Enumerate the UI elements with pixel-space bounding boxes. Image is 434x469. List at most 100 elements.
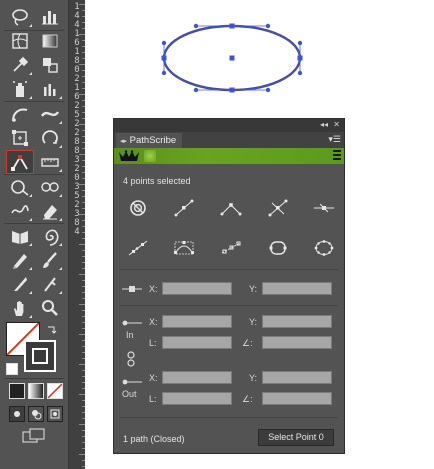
- convert-point-button[interactable]: [264, 197, 292, 219]
- ruler-tick: [79, 454, 85, 455]
- corner-point-icon: [220, 203, 242, 216]
- puppet-warp-tool[interactable]: [7, 225, 33, 247]
- scissors-tool[interactable]: [7, 273, 33, 295]
- free-transform-tool[interactable]: [7, 127, 33, 149]
- out-angle-field[interactable]: [262, 392, 332, 405]
- link-handles-icon[interactable]: [126, 351, 136, 367]
- brand-menu-icon[interactable]: [333, 150, 341, 161]
- corner-point-button[interactable]: [217, 197, 245, 219]
- smooth-point-button[interactable]: [170, 197, 198, 219]
- gradient-icon: [42, 34, 58, 48]
- ruler-tick: [79, 364, 85, 365]
- ruler-tick: [82, 442, 85, 443]
- brand-bar: [114, 148, 344, 164]
- blend-icon: [43, 58, 58, 73]
- ruler-tick: [82, 448, 85, 449]
- selection-status: 4 points selected: [123, 176, 191, 186]
- ruler-tick: [82, 142, 85, 143]
- point-y-label: Y:: [249, 284, 258, 294]
- blend-tool[interactable]: [37, 54, 63, 76]
- eraser-tool[interactable]: [37, 200, 63, 222]
- pen-icon: [44, 277, 56, 292]
- graph-tool[interactable]: [37, 6, 63, 28]
- tab-pathscribe[interactable]: ◂▸ PathScribe: [116, 133, 182, 148]
- ruler-tick: [82, 298, 85, 299]
- pen-tool[interactable]: [37, 273, 63, 295]
- panel-titlebar[interactable]: ◂◂ ✕: [114, 119, 344, 132]
- in-handle-icon: [122, 320, 142, 326]
- cusp-point-button[interactable]: [310, 197, 338, 219]
- eyedropper-tool[interactable]: [7, 54, 33, 76]
- collapse-panel-button[interactable]: ◂◂: [320, 120, 328, 130]
- hand-tool[interactable]: [7, 297, 33, 319]
- anchor-points: [161, 23, 303, 93]
- panel-menu-icon[interactable]: ▾☰: [328, 135, 341, 144]
- panel-tab-row: ◂▸ PathScribe ▾☰: [114, 132, 344, 148]
- color-mode-button[interactable]: [9, 383, 25, 399]
- ruler-tick: [82, 130, 85, 131]
- lasso-tool[interactable]: [7, 6, 33, 28]
- ruler-tick: [82, 112, 85, 113]
- stroke-swatch[interactable]: [24, 340, 56, 372]
- line-segment-button[interactable]: [124, 237, 152, 259]
- swap-colors-icon[interactable]: [46, 322, 58, 334]
- ellipse-shape-button[interactable]: [264, 237, 292, 259]
- ruler-tick: [79, 334, 85, 335]
- ruler-tick: [82, 370, 85, 371]
- ruler-tick: [82, 352, 85, 353]
- gradient-tool[interactable]: [37, 30, 63, 52]
- out-x-label: X:: [149, 373, 158, 383]
- close-panel-button[interactable]: ✕: [333, 120, 340, 130]
- column-graph-tool[interactable]: [37, 78, 63, 100]
- twirl-tool[interactable]: [37, 225, 63, 247]
- ruler-tick: [82, 382, 85, 383]
- in-section-label: In: [126, 330, 134, 340]
- in-y-field[interactable]: [262, 315, 332, 328]
- pathscribe-tool[interactable]: [6, 150, 34, 174]
- ruler-tick: [82, 310, 85, 311]
- brush-tool[interactable]: [37, 249, 63, 271]
- mesh-tool[interactable]: [7, 30, 33, 52]
- ruler-tick: [82, 148, 85, 149]
- gear-ring-button[interactable]: [310, 237, 338, 259]
- eyedropper-icon: [13, 56, 29, 72]
- out-y-field[interactable]: [262, 371, 332, 384]
- ruler-tick: [79, 424, 85, 425]
- ruler-tick: [82, 262, 85, 263]
- screen-mode-icon[interactable]: [22, 428, 46, 444]
- symbol-sprayer-tool[interactable]: [7, 78, 33, 100]
- width-tool[interactable]: [37, 103, 63, 125]
- point-x-field[interactable]: [162, 282, 232, 295]
- out-x-field[interactable]: [162, 371, 232, 384]
- ruler-tick: [82, 58, 85, 59]
- out-length-field[interactable]: [162, 392, 232, 405]
- draw-behind-button[interactable]: [28, 406, 44, 422]
- perspective-tool[interactable]: [7, 200, 33, 222]
- draw-inside-button[interactable]: [47, 406, 63, 422]
- none-mode-button[interactable]: [47, 383, 63, 399]
- ruler-tick: [82, 268, 85, 269]
- draw-normal-button[interactable]: [9, 406, 25, 422]
- shape-builder-tool[interactable]: [7, 176, 33, 198]
- in-x-field[interactable]: [162, 315, 232, 328]
- gear-ring-icon: [314, 240, 334, 256]
- pathscribe-panel: ◂◂ ✕ ◂▸ PathScribe ▾☰ 4 points selected: [113, 118, 345, 454]
- target-button[interactable]: [124, 197, 152, 219]
- pencil-tool[interactable]: [7, 249, 33, 271]
- rotate-tool[interactable]: [37, 127, 63, 149]
- zoom-tool[interactable]: [37, 297, 63, 319]
- live-paint-tool[interactable]: [37, 176, 63, 198]
- curvature-tool[interactable]: [7, 103, 33, 125]
- bounding-box-button[interactable]: [170, 237, 198, 259]
- measure-tool[interactable]: [37, 151, 63, 173]
- select-point-button[interactable]: Select Point 0: [258, 429, 334, 446]
- gradient-mode-button[interactable]: [28, 383, 44, 399]
- in-length-field[interactable]: [162, 336, 232, 349]
- anchor-point-icon: [122, 286, 142, 292]
- default-colors-icon[interactable]: [6, 363, 18, 375]
- dotted-line-button[interactable]: [217, 237, 245, 259]
- ruler-tick: [79, 94, 85, 95]
- in-angle-field[interactable]: [262, 336, 332, 349]
- selected-ellipse[interactable]: [150, 15, 320, 105]
- point-y-field[interactable]: [262, 282, 332, 295]
